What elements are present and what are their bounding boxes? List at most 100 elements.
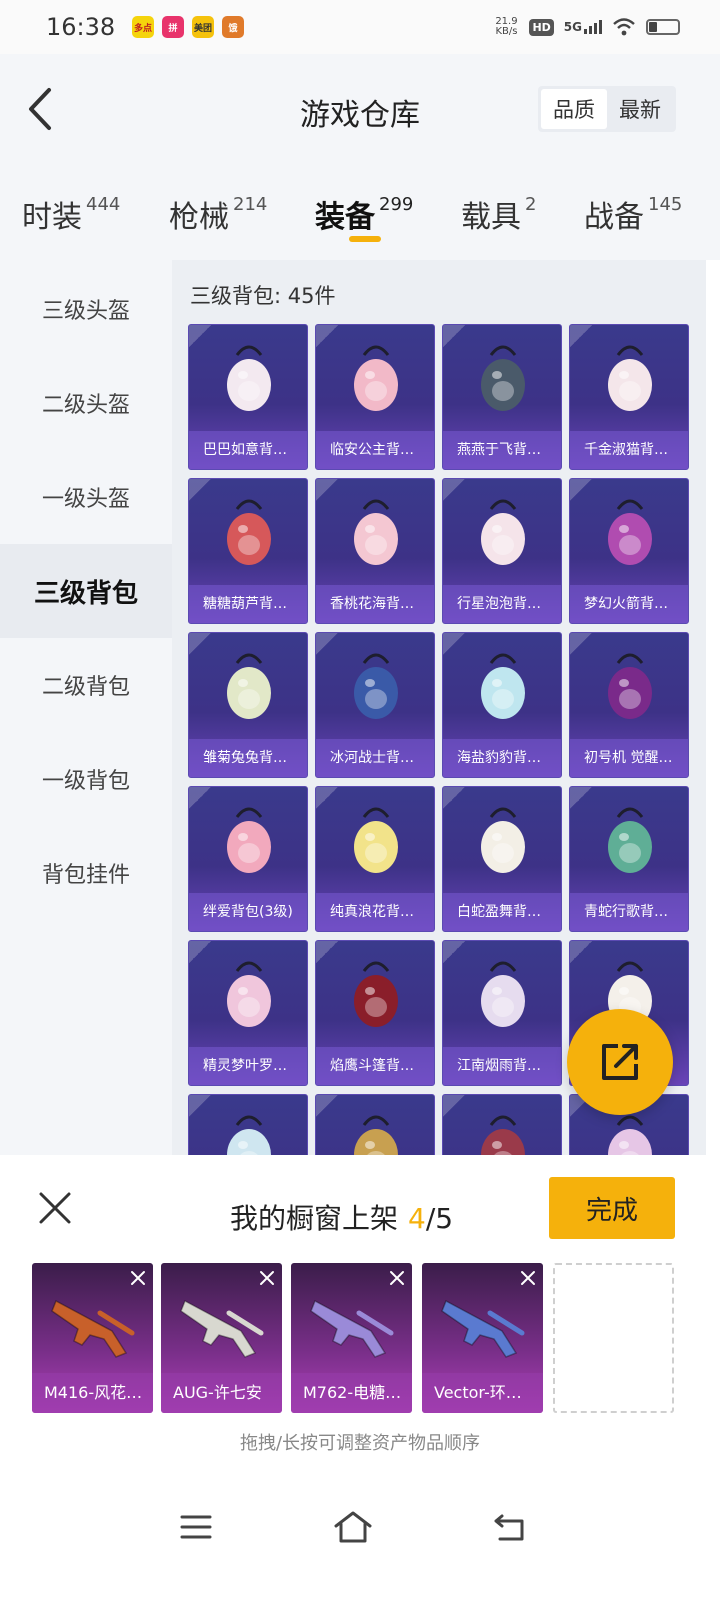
tab-count: 444 (86, 194, 121, 215)
tab-label: 时装 (22, 200, 82, 235)
rifle-icon (51, 1299, 135, 1358)
item-card[interactable] (315, 1094, 435, 1155)
hd-icon: HD (529, 18, 554, 36)
item-card[interactable] (188, 1094, 308, 1155)
item-card[interactable] (442, 1094, 562, 1155)
backpack-icon (481, 345, 525, 411)
tab-combat-supplies[interactable]: 战备 145 (584, 192, 682, 236)
item-card[interactable]: 临安公主背… (315, 324, 435, 470)
sidebar-item-helmet-lv2[interactable]: 二级头盔 (0, 356, 172, 450)
showcase-slot-label: Vector-环… (422, 1373, 543, 1413)
backpack-icon (354, 499, 398, 565)
sidebar-item-backpack-charms[interactable]: 背包挂件 (0, 826, 172, 920)
showcase-slot-label: M416-风花… (32, 1373, 153, 1413)
close-button[interactable] (38, 1191, 72, 1225)
item-card-label: 纯真浪花背… (316, 893, 434, 931)
remove-slot-button[interactable] (252, 1263, 282, 1293)
home-icon (334, 1511, 372, 1543)
item-card[interactable]: 江南烟雨背… (442, 940, 562, 1086)
backpack-icon (608, 499, 652, 565)
showcase-slot[interactable]: M416-风花… (32, 1263, 153, 1413)
sidebar-item-backpack-lv1[interactable]: 一级背包 (0, 732, 172, 826)
item-card[interactable]: 青蛇行歌背… (569, 786, 689, 932)
sidebar-item-helmet-lv1[interactable]: 一级头盔 (0, 450, 172, 544)
showcase-slot-label: AUG-许七安 (161, 1373, 282, 1413)
item-card[interactable]: 梦幻火箭背… (569, 478, 689, 624)
backpack-icon (227, 653, 271, 719)
item-card-label: 焰鹰斗篷背… (316, 1047, 434, 1085)
category-tabs: 时装 444 枪械 214 装备 299 载具 2 战备 145 (0, 164, 720, 260)
item-card[interactable]: 海盐豹豹背… (442, 632, 562, 778)
item-card[interactable]: 燕燕于飞背… (442, 324, 562, 470)
tab-count: 299 (379, 194, 414, 215)
backpack-icon (354, 1115, 398, 1155)
item-card-label: 冰河战士背… (316, 739, 434, 777)
item-card[interactable]: 冰河战士背… (315, 632, 435, 778)
share-icon (602, 1044, 638, 1080)
tab-vehicles[interactable]: 载具 2 (461, 192, 536, 236)
tab-equipment[interactable]: 装备 299 (315, 192, 413, 236)
showcase-slot[interactable]: Vector-环… (422, 1263, 543, 1413)
close-icon (39, 1192, 71, 1224)
item-card[interactable]: 纯真浪花背… (315, 786, 435, 932)
sort-by-newest[interactable]: 最新 (607, 89, 673, 129)
nav-menu-button[interactable] (171, 1507, 221, 1547)
header: 游戏仓库 品质 最新 (0, 54, 720, 164)
tab-firearms[interactable]: 枪械 214 (169, 192, 267, 236)
net-speed-unit: KB/s (495, 26, 518, 37)
item-card-label: 海盐豹豹背… (443, 739, 561, 777)
empty-slot[interactable] (553, 1263, 674, 1413)
sidebar-item-backpack-lv2[interactable]: 二级背包 (0, 638, 172, 732)
sidebar-item-backpack-lv3[interactable]: 三级背包 (0, 544, 172, 638)
item-card-label: 精灵梦叶罗… (189, 1047, 307, 1085)
showcase-slot[interactable]: M762-电糖… (291, 1263, 412, 1413)
backpack-icon (608, 653, 652, 719)
backpack-icon (227, 1115, 271, 1155)
item-card[interactable]: 焰鹰斗篷背… (315, 940, 435, 1086)
sort-toggle: 品质 最新 (538, 86, 676, 132)
sort-by-quality[interactable]: 品质 (541, 89, 607, 129)
rifle-icon (180, 1299, 264, 1358)
backpack-icon (227, 961, 271, 1027)
app-notification-icon: 多点 (132, 16, 154, 38)
sidebar-item-helmet-lv3[interactable]: 三级头盔 (0, 262, 172, 356)
item-card-label: 雏菊兔兔背… (189, 739, 307, 777)
tab-label: 载具 (461, 200, 521, 235)
tab-fashion[interactable]: 时装 444 (22, 192, 120, 236)
backpack-icon (354, 345, 398, 411)
tab-label: 枪械 (169, 200, 229, 235)
close-icon (131, 1271, 145, 1285)
system-nav-bar (0, 1485, 720, 1600)
close-icon (390, 1271, 404, 1285)
item-card[interactable]: 雏菊兔兔背… (188, 632, 308, 778)
item-card[interactable]: 千金淑猫背… (569, 324, 689, 470)
item-card[interactable]: 初号机 觉醒… (569, 632, 689, 778)
backpack-icon (227, 499, 271, 565)
item-card[interactable]: 巴巴如意背… (188, 324, 308, 470)
showcase-count-sep: / (425, 1202, 436, 1235)
item-card[interactable]: 绊爱背包(3级) (188, 786, 308, 932)
wifi-icon (613, 18, 635, 36)
battery-icon (646, 19, 680, 35)
tab-count: 214 (233, 194, 268, 215)
remove-slot-button[interactable] (513, 1263, 543, 1293)
backpack-icon (227, 345, 271, 411)
share-button[interactable] (567, 1009, 673, 1115)
item-card[interactable]: 行星泡泡背… (442, 478, 562, 624)
showcase-slot[interactable]: AUG-许七安 (161, 1263, 282, 1413)
done-button[interactable]: 完成 (549, 1177, 675, 1239)
remove-slot-button[interactable] (123, 1263, 153, 1293)
item-card[interactable]: 香桃花海背… (315, 478, 435, 624)
app-notification-icon: 饿 (222, 16, 244, 38)
remove-slot-button[interactable] (382, 1263, 412, 1293)
nav-home-button[interactable] (328, 1507, 378, 1547)
app-notification-icon: 拼 (162, 16, 184, 38)
backpack-icon (608, 1115, 652, 1155)
item-card[interactable]: 糖糖葫芦背… (188, 478, 308, 624)
tab-count: 145 (648, 194, 683, 215)
nav-back-button[interactable] (485, 1507, 535, 1547)
item-card[interactable]: 白蛇盈舞背… (442, 786, 562, 932)
active-tab-indicator (349, 236, 381, 242)
reorder-hint: 拖拽/长按可调整资产物品顺序 (239, 1433, 481, 1454)
item-card[interactable]: 精灵梦叶罗… (188, 940, 308, 1086)
